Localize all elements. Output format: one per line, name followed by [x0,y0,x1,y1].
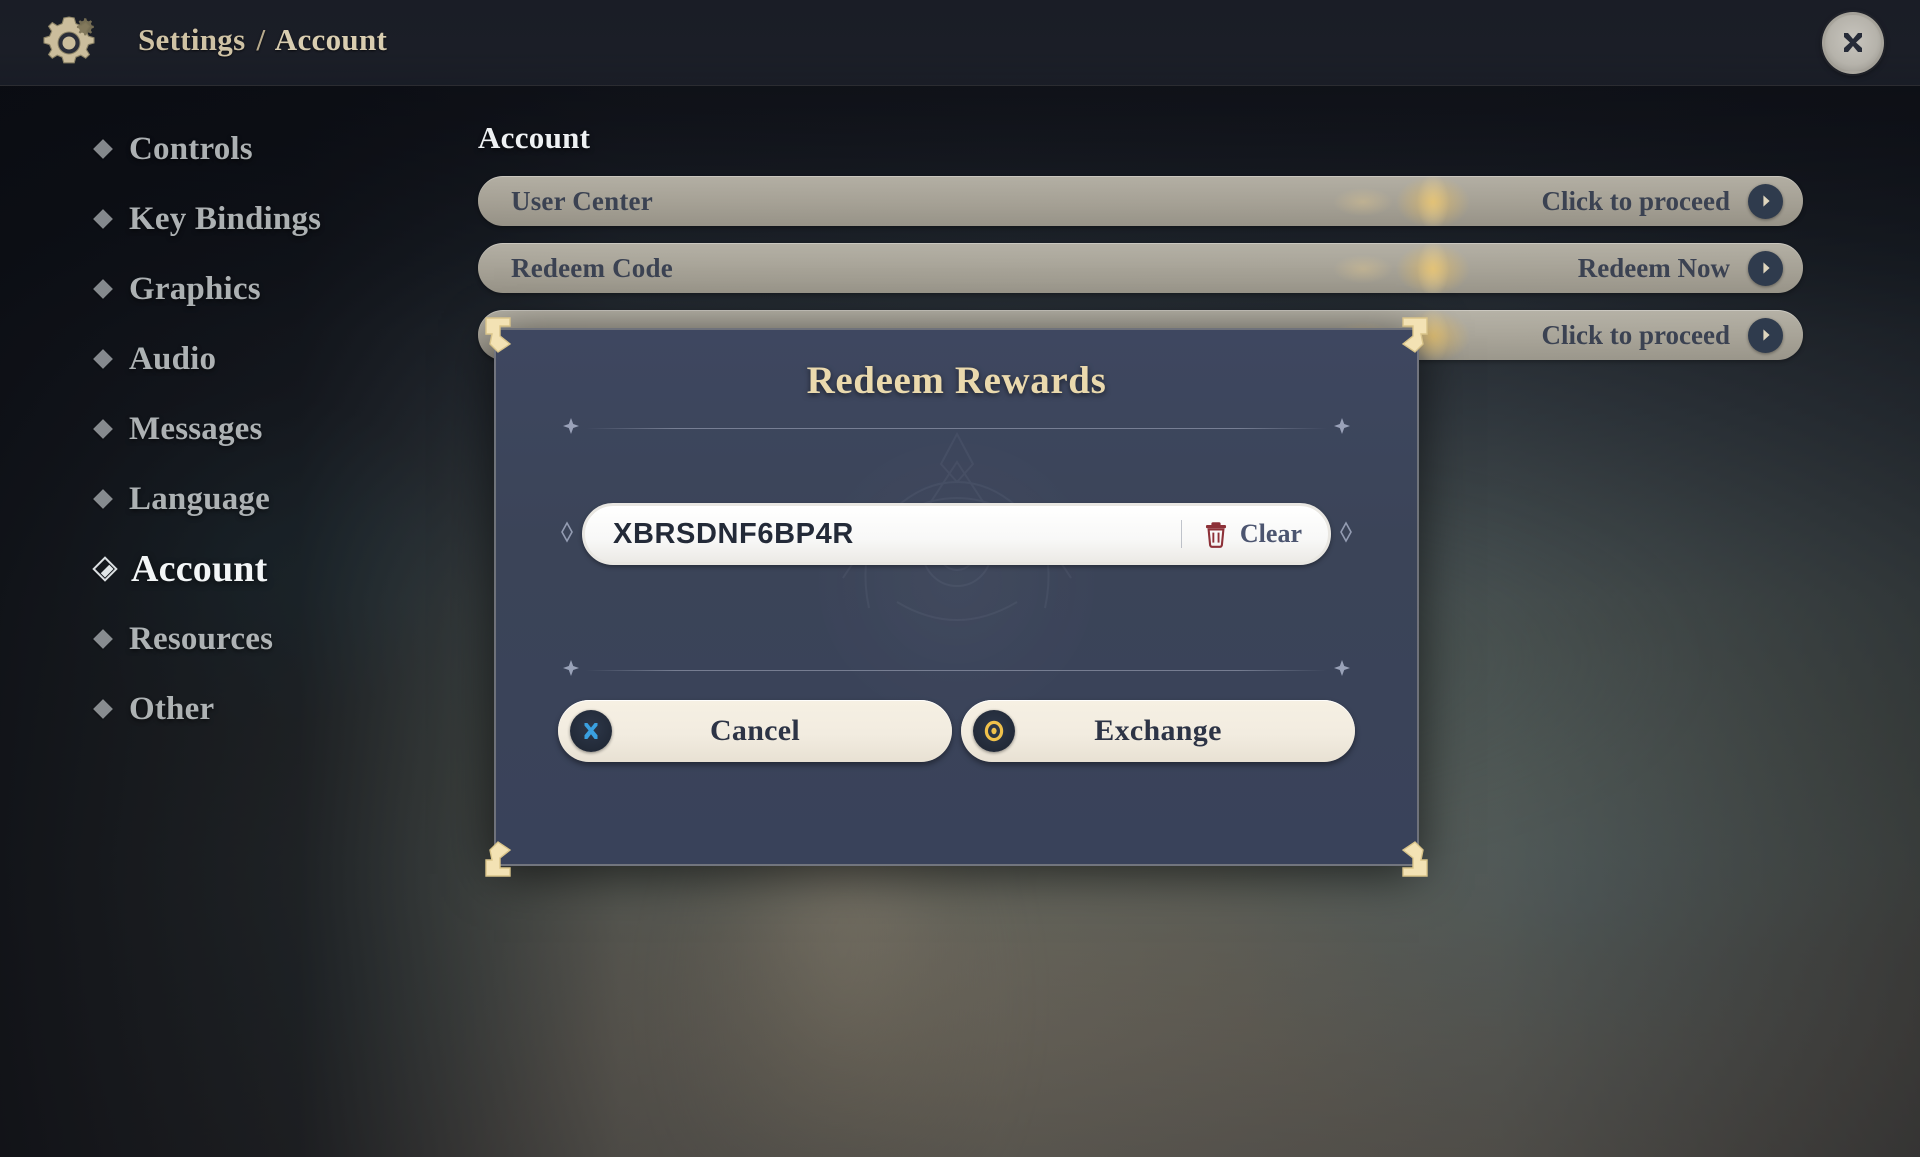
sparkle-icon [1329,658,1355,683]
diamond-bullet-icon [93,629,113,649]
diamond-ornament-left [558,519,576,550]
close-button[interactable] [1822,12,1884,74]
sidebar-item-label: Graphics [129,270,261,307]
option-label: Redeem Code [511,252,673,283]
option-action[interactable]: Redeem Now [1577,250,1783,286]
account-option-row[interactable]: Redeem Code Redeem Now [478,243,1803,293]
dialog-body: Redeem Rewards XBRSDNF6BP4R Clear Cancel… [485,317,1428,877]
redeem-rewards-dialog: Redeem Rewards XBRSDNF6BP4R Clear Cancel… [485,317,1428,877]
dialog-title: Redeem Rewards [806,359,1107,402]
breadcrumb-separator: / [256,22,266,57]
divider-top [556,416,1357,441]
option-action-label: Redeem Now [1577,252,1730,283]
sidebar-item-controls[interactable]: Controls [93,122,426,176]
sparkle-icon [558,658,584,683]
sidebar-item-label: Resources [129,620,274,657]
diamond-bullet-icon [93,419,113,439]
diamond-bullet-icon [93,279,113,299]
cancel-button[interactable]: Cancel [558,700,952,762]
diamond-bullet-icon [93,349,113,369]
sidebar-item-label: Other [129,690,215,727]
close-icon [1844,33,1862,52]
divider-line [586,669,1327,671]
clear-label: Clear [1239,519,1302,548]
diamond-bullet-icon [93,489,113,509]
divider-line [586,427,1327,429]
sidebar-item-account[interactable]: Account [92,542,426,596]
account-option-row[interactable]: User Center Click to proceed [478,176,1803,226]
divider-bottom [556,658,1357,683]
sidebar-item-label: Account [131,548,268,590]
sparkle-icon [1329,416,1355,441]
diamond-ornament-right [1337,519,1355,550]
code-input-row: XBRSDNF6BP4R Clear [558,503,1355,565]
diamond-bullet-icon [93,139,113,159]
redeem-code-input[interactable]: XBRSDNF6BP4R Clear [582,503,1331,565]
exchange-label: Exchange [1094,714,1222,747]
exchange-button[interactable]: Exchange [961,700,1355,762]
sidebar-item-audio[interactable]: Audio [93,332,426,386]
diamond-bullet-icon [93,209,113,229]
option-label: User Center [511,185,653,216]
sidebar-item-label: Audio [129,340,217,377]
ring-circle-icon [973,710,1015,752]
sidebar-item-language[interactable]: Language [93,472,426,526]
sparkle-decoration [1313,176,1503,226]
redeem-code-value[interactable]: XBRSDNF6BP4R [613,518,854,551]
page-title: Account [478,120,591,155]
option-action-label: Click to proceed [1541,319,1730,350]
trash-icon [1205,522,1226,548]
sidebar-item-label: Language [129,480,270,517]
sidebar-item-other[interactable]: Other [93,682,426,736]
sidebar-item-graphics[interactable]: Graphics [93,262,426,316]
option-action[interactable]: Click to proceed [1541,317,1783,353]
breadcrumb-root[interactable]: Settings [138,22,245,57]
sidebar-item-key-bindings[interactable]: Key Bindings [93,192,426,246]
sparkle-icon [558,416,584,441]
gear-icon [36,10,102,76]
clear-button[interactable]: Clear [1181,519,1302,549]
chevron-right-icon[interactable] [1748,183,1783,219]
option-action[interactable]: Click to proceed [1541,183,1783,219]
chevron-right-icon[interactable] [1748,317,1783,353]
sidebar-item-label: Controls [129,130,253,167]
chevron-right-icon[interactable] [1748,250,1783,286]
diamond-bullet-icon [93,699,113,719]
cancel-label: Cancel [709,714,801,747]
settings-sidebar: Controls Key Bindings Graphics Audio Message… [92,122,426,752]
breadcrumb-current: Account [274,22,388,57]
top-bar: Settings / Account [0,0,1920,86]
option-action-label: Click to proceed [1541,185,1730,216]
sidebar-item-resources[interactable]: Resources [93,612,426,666]
sidebar-item-messages[interactable]: Messages [93,402,426,456]
breadcrumb: Settings / Account [138,22,387,58]
diamond-bullet-icon [92,556,118,582]
sparkle-decoration [1313,243,1503,293]
sidebar-item-label: Messages [129,410,263,447]
sidebar-item-label: Key Bindings [129,200,322,237]
dialog-actions: Cancel Exchange [558,700,1355,762]
x-circle-icon [570,710,612,752]
